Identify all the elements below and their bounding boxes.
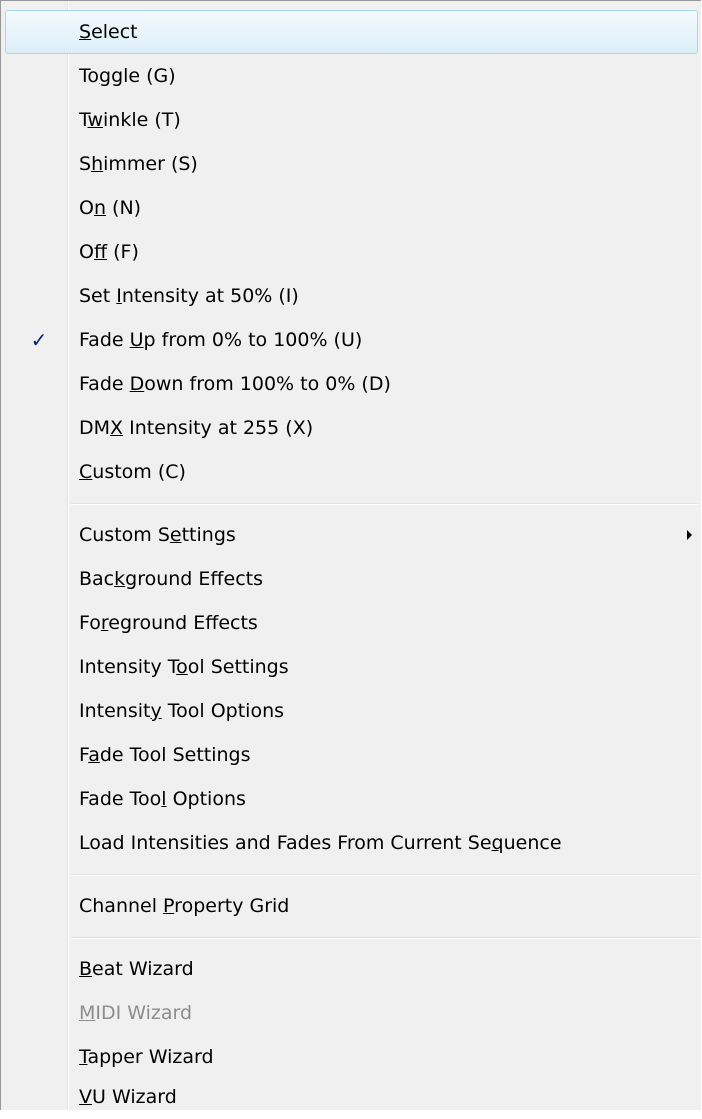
- menu-item-label: Custom Settings: [79, 524, 236, 546]
- menu-item-label: Fade Down from 100% to 0% (D): [79, 373, 391, 395]
- menu-item-label: Fade Up from 0% to 100% (U): [79, 329, 363, 351]
- menu-item-background-effects[interactable]: Background Effects: [5, 557, 698, 601]
- menu-separator: [71, 874, 698, 876]
- menu-item-toggle[interactable]: Toggle (G): [5, 54, 698, 98]
- menu-item-label: VU Wizard: [79, 1086, 177, 1108]
- submenu-arrow-icon: [687, 530, 692, 540]
- menu-item-twinkle[interactable]: Twinkle (T): [5, 98, 698, 142]
- menu-item-set-intensity[interactable]: Set Intensity at 50% (I): [5, 274, 698, 318]
- menu-separator: [71, 503, 698, 505]
- menu-item-select[interactable]: Select: [5, 10, 698, 54]
- menu-item-label: Twinkle (T): [79, 109, 181, 131]
- menu-item-midi-wizard: MIDI Wizard: [5, 991, 698, 1035]
- checkmark-icon: ✓: [30, 328, 48, 352]
- menu-item-custom[interactable]: Custom (C): [5, 450, 698, 494]
- menu-item-channel-property-grid[interactable]: Channel Property Grid: [5, 884, 698, 928]
- menu-item-label: MIDI Wizard: [79, 1002, 193, 1024]
- menu-item-foreground-effects[interactable]: Foreground Effects: [5, 601, 698, 645]
- menu-item-shimmer[interactable]: Shimmer (S): [5, 142, 698, 186]
- menu-item-tapper-wizard[interactable]: Tapper Wizard: [5, 1035, 698, 1079]
- menu-item-on[interactable]: On (N): [5, 186, 698, 230]
- menu-item-label: Toggle (G): [79, 65, 176, 87]
- menu-item-fade-down[interactable]: Fade Down from 100% to 0% (D): [5, 362, 698, 406]
- menu-item-label: Background Effects: [79, 568, 263, 590]
- menu-item-intensity-tool-options[interactable]: Intensity Tool Options: [5, 689, 698, 733]
- menu-item-label: Foreground Effects: [79, 612, 258, 634]
- menu-item-fade-tool-settings[interactable]: Fade Tool Settings: [5, 733, 698, 777]
- menu-item-label: Select: [79, 21, 138, 43]
- menu-item-label: Set Intensity at 50% (I): [79, 285, 299, 307]
- menu-item-label: DMX Intensity at 255 (X): [79, 417, 314, 439]
- menu-item-label: Shimmer (S): [79, 153, 198, 175]
- menu-item-label: On (N): [79, 197, 142, 219]
- menu-item-label: Load Intensities and Fades From Current …: [79, 832, 562, 854]
- menu-item-vu-wizard[interactable]: VU Wizard: [5, 1075, 698, 1111]
- menu-item-load-intensities[interactable]: Load Intensities and Fades From Current …: [5, 821, 698, 865]
- menu-item-label: Fade Tool Settings: [79, 744, 251, 766]
- context-menu: Select Toggle (G) Twinkle (T) Shimmer (S…: [0, 0, 701, 1110]
- menu-item-fade-tool-options[interactable]: Fade Tool Options: [5, 777, 698, 821]
- menu-item-label: Intensity Tool Settings: [79, 656, 289, 678]
- menu-item-label: Intensity Tool Options: [79, 700, 285, 722]
- menu-item-label: Custom (C): [79, 461, 186, 483]
- menu-item-label: Tapper Wizard: [79, 1046, 214, 1068]
- menu-item-label: Off (F): [79, 241, 139, 263]
- menu-item-dmx-intensity[interactable]: DMX Intensity at 255 (X): [5, 406, 698, 450]
- menu-item-off[interactable]: Off (F): [5, 230, 698, 274]
- menu-item-label: Channel Property Grid: [79, 895, 290, 917]
- menu-item-custom-settings[interactable]: Custom Settings: [5, 513, 698, 557]
- menu-separator: [71, 937, 698, 939]
- menu-item-fade-up[interactable]: ✓ Fade Up from 0% to 100% (U): [5, 318, 698, 362]
- menu-item-intensity-tool-settings[interactable]: Intensity Tool Settings: [5, 645, 698, 689]
- menu-item-label: Beat Wizard: [79, 958, 194, 980]
- menu-item-label: Fade Tool Options: [79, 788, 246, 810]
- menu-item-beat-wizard[interactable]: Beat Wizard: [5, 947, 698, 991]
